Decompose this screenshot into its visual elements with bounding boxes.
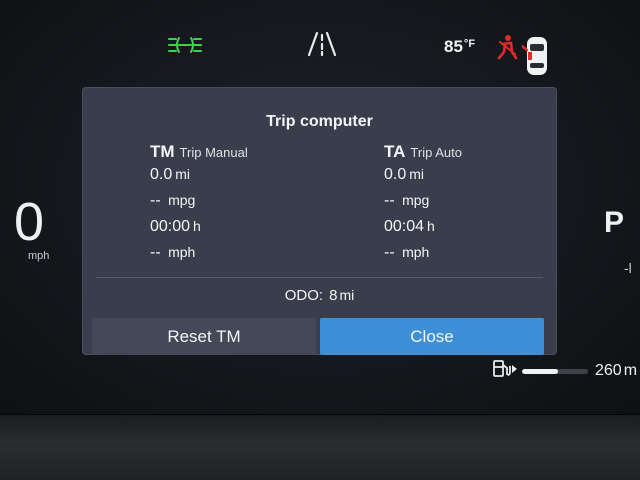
lane-assist-icon — [307, 31, 337, 57]
trip-manual-avg-speed: -- mph — [150, 244, 248, 266]
odometer-value: 8 — [329, 287, 338, 304]
time-value: 00:04 — [384, 218, 425, 235]
odometer-label: ODO: — [284, 287, 324, 304]
range-unit: m — [623, 362, 638, 379]
fuel-pump-icon — [493, 360, 517, 377]
reset-tm-button[interactable]: Reset TM — [92, 318, 316, 355]
distance-unit: mi — [409, 166, 425, 182]
trip-manual-header: TM Trip Manual — [150, 142, 248, 162]
dialog-title: Trip computer — [266, 113, 373, 130]
fuel-level-fill — [522, 369, 559, 374]
fuel-level-bar — [522, 369, 588, 374]
range-readout: 260 m — [595, 362, 637, 380]
avg-speed-unit: mph — [402, 244, 430, 260]
trip-auto-avg-speed: -- mph — [384, 244, 462, 266]
gear-sub-indicator: -l — [624, 260, 632, 276]
trip-auto-header: TA Trip Auto — [384, 142, 462, 162]
trip-auto-distance: 0.0 mi — [384, 166, 462, 188]
seatbelt-warning-icon — [497, 35, 518, 60]
avg-speed-unit: mph — [168, 244, 196, 260]
trip-manual-abbr: TM — [150, 142, 175, 161]
speed-unit: mph — [28, 250, 50, 262]
avg-speed-value: -- — [384, 244, 400, 261]
distance-value: 0.0 — [150, 166, 173, 183]
instrument-cluster-display: 85°F 0 mph P -l 260 m Trip computer TM T… — [0, 0, 640, 415]
dashboard-bezel — [0, 415, 640, 480]
trip-auto-name: Trip Auto — [410, 145, 462, 160]
trip-computer-dialog: Trip computer TM Trip Manual 0.0 mi -- mpg… — [82, 87, 557, 355]
economy-value: -- — [150, 192, 166, 209]
avg-speed-value: -- — [150, 244, 166, 261]
economy-unit: mpg — [402, 192, 430, 208]
trip-auto-time: 00:04 h — [384, 218, 462, 240]
temperature-unit: °F — [463, 38, 476, 50]
trip-auto-abbr: TA — [384, 142, 406, 161]
car-doors-icon — [522, 37, 547, 75]
speed-value: 0 — [14, 192, 45, 252]
distance-unit: mi — [175, 166, 191, 182]
trip-auto-economy: -- mpg — [384, 192, 462, 214]
economy-unit: mpg — [168, 192, 196, 208]
time-unit: h — [193, 218, 201, 234]
economy-value: -- — [384, 192, 400, 209]
trip-manual-name: Trip Manual — [179, 145, 248, 160]
close-button[interactable]: Close — [320, 318, 544, 355]
outside-temperature: 85°F — [444, 37, 475, 57]
odometer-readout: ODO: 8 mi — [82, 287, 557, 304]
trip-manual-column: TM Trip Manual 0.0 mi -- mpg 00:00 h -- mph — [150, 142, 248, 266]
trip-auto-column: TA Trip Auto 0.0 mi -- mpg 00:04 h -- mph — [384, 142, 462, 266]
dialog-divider — [96, 277, 543, 278]
time-unit: h — [427, 218, 435, 234]
odometer-unit: mi — [339, 287, 355, 303]
range-value: 260 — [595, 362, 622, 379]
headlights-on-icon — [168, 37, 202, 53]
gear-indicator: P — [604, 206, 625, 239]
distance-value: 0.0 — [384, 166, 407, 183]
time-value: 00:00 — [150, 218, 191, 235]
temperature-value: 85 — [444, 37, 463, 56]
trip-manual-time: 00:00 h — [150, 218, 248, 240]
trip-manual-distance: 0.0 mi — [150, 166, 248, 188]
trip-manual-economy: -- mpg — [150, 192, 248, 214]
